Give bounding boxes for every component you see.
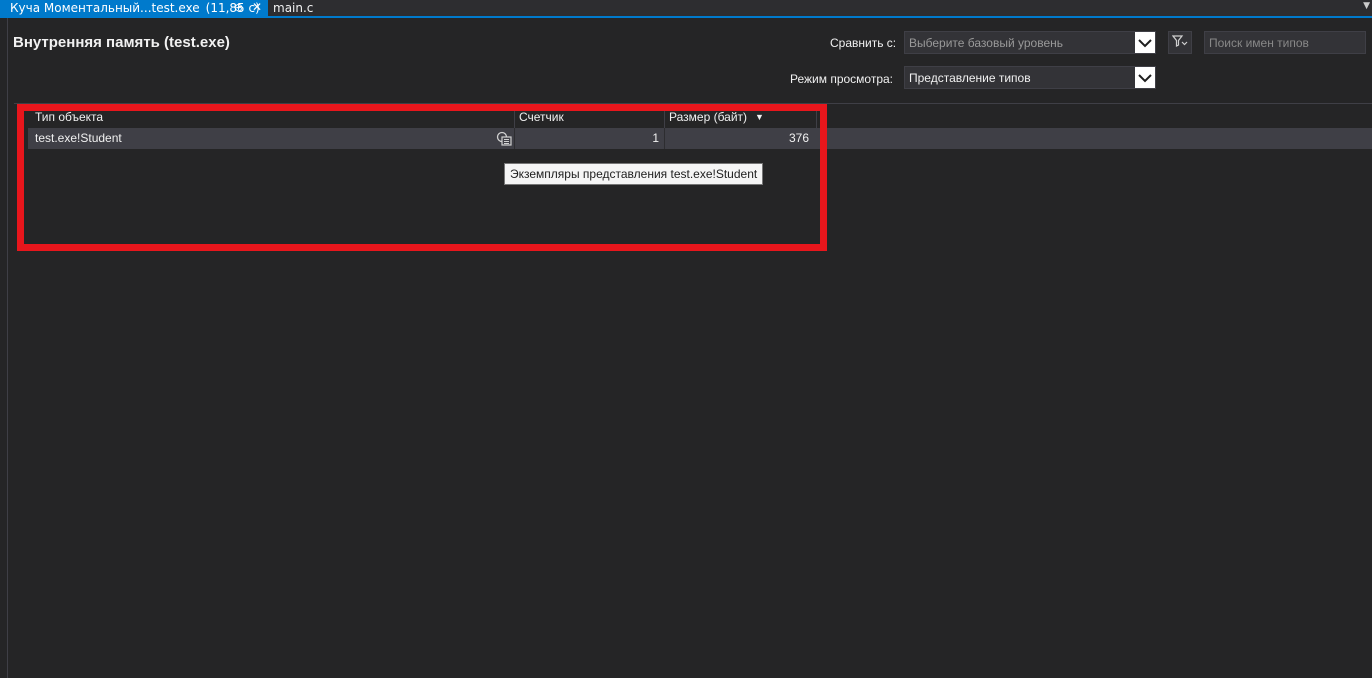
chevron-down-icon[interactable] — [1135, 67, 1155, 88]
chevron-down-icon[interactable] — [1135, 32, 1155, 53]
view-mode-value: Представление типов — [909, 71, 1031, 85]
tab-title: Куча Моментальный...test.exe — [10, 1, 200, 15]
tab-heap-snapshot[interactable]: Куча Моментальный...test.exe (11,85 с) ⊕… — [0, 0, 268, 16]
tab-main-c[interactable]: main.c — [273, 0, 313, 16]
document-tab-strip: Куча Моментальный...test.exe (11,85 с) ⊕… — [0, 0, 1372, 18]
chevron-down-icon[interactable]: ▼ — [1363, 1, 1370, 11]
memory-usage-window: Куча Моментальный...test.exe (11,85 с) ⊕… — [0, 0, 1372, 678]
view-mode-dropdown[interactable]: Представление типов — [904, 66, 1156, 89]
divider — [7, 18, 8, 678]
view-mode-label: Режим просмотра: — [790, 72, 894, 86]
annotation-highlight-box — [17, 104, 827, 251]
tab-title: main.c — [273, 1, 314, 15]
search-type-names-box[interactable] — [1204, 31, 1366, 54]
page-title: Внутренняя память (test.exe) — [13, 34, 230, 51]
pin-icon[interactable]: ⊕ — [234, 1, 243, 14]
filter-icon — [1171, 34, 1188, 51]
search-input[interactable] — [1205, 32, 1365, 53]
compare-label: Сравнить с: — [830, 36, 897, 50]
close-icon[interactable]: ✕ — [252, 0, 262, 14]
compare-placeholder: Выберите базовый уровень — [909, 36, 1064, 50]
compare-baseline-dropdown[interactable]: Выберите базовый уровень — [904, 31, 1156, 54]
filter-button[interactable] — [1168, 31, 1192, 54]
